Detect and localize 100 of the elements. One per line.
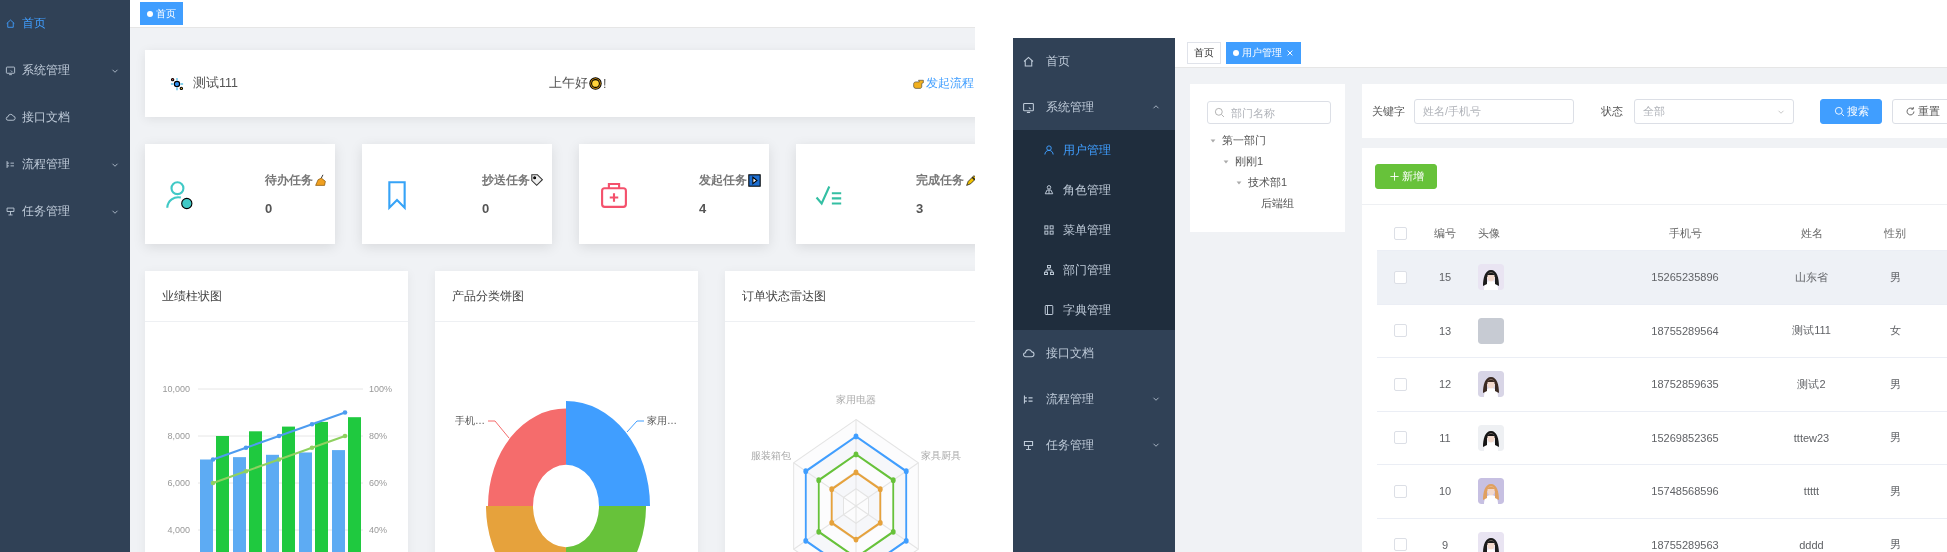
table-cell: 15265235896 [1651, 271, 1719, 284]
grid-icon [1043, 224, 1055, 236]
table-cell: 13 [1438, 324, 1452, 337]
tree-node[interactable]: 第一部门 [1207, 130, 1331, 151]
tree-icon [1043, 264, 1055, 276]
table-cell: 15269852365 [1651, 431, 1719, 444]
checkbox[interactable] [1393, 484, 1407, 498]
menu-item[interactable]: 接口文档 [0, 94, 130, 141]
checkbox[interactable] [1393, 431, 1407, 445]
table-row[interactable]: 9 18755289563 dddd 男 [1377, 518, 1947, 552]
table-cell: 15 [1438, 271, 1452, 284]
table-row[interactable]: 15 15265235896 山东省 男 [1377, 251, 1947, 305]
chart-label: 家用… [647, 415, 677, 426]
search-field[interactable]: 部门名称 [1207, 101, 1331, 124]
pen-icon [965, 174, 975, 187]
checkbox[interactable] [1393, 324, 1407, 338]
reset-button[interactable]: 重置 [1892, 98, 1947, 124]
menu-item[interactable]: 流程管理 [1013, 376, 1175, 422]
leader-line [626, 420, 645, 433]
table-cell: ttttt [1803, 485, 1820, 498]
home-icon [1022, 54, 1035, 68]
table-row[interactable]: 13 18755289564 测试111 女 [1377, 304, 1947, 358]
table-cell: 18755289564 [1651, 324, 1719, 337]
dot-icon [147, 10, 153, 17]
checkbox[interactable] [1393, 226, 1407, 240]
stat-value: 4 [699, 201, 708, 216]
menu-item[interactable]: 用户管理 [1013, 130, 1175, 170]
axis-label: 6,000 [167, 478, 190, 488]
table-cell: 男 [1889, 537, 1901, 552]
tree-node[interactable]: 后端组 [1246, 193, 1331, 214]
menu-item[interactable]: 系统管理 [1013, 84, 1175, 130]
table-cell: 9 [1441, 538, 1449, 551]
stat-label: 完成任务 [916, 172, 964, 189]
menu-item[interactable]: 首页 [0, 0, 130, 47]
monitor-icon [5, 65, 16, 76]
menu-item[interactable]: 菜单管理 [1013, 210, 1175, 250]
table-cell: 15748568596 [1651, 485, 1719, 498]
tree-node[interactable]: 技术部1 [1233, 172, 1331, 193]
keyword-field[interactable]: 姓名/手机号 [1414, 98, 1574, 124]
greeting-text: 上午好 [549, 75, 588, 92]
table-cell: 18755289563 [1651, 538, 1719, 551]
tag-icon [531, 174, 544, 187]
table-cell: tttew23 [1793, 431, 1830, 444]
menu-item[interactable]: 首页 [1013, 38, 1175, 84]
menu-item[interactable]: 接口文档 [1013, 330, 1175, 376]
menu-item[interactable]: 部门管理 [1013, 250, 1175, 290]
plus-icon [1388, 170, 1400, 182]
menu-item[interactable]: 任务管理 [1013, 422, 1175, 468]
table-cell: 山东省 [1795, 269, 1828, 285]
chart-title: 订单状态雷达图 [742, 287, 826, 305]
axis-label: 10,000 [162, 384, 190, 394]
tab[interactable]: 首页 [1187, 41, 1221, 64]
checkbox[interactable] [1393, 270, 1407, 284]
menu-item[interactable]: 系统管理 [0, 47, 130, 94]
avatar-placeholder [1478, 317, 1504, 344]
menu-item[interactable]: 字典管理 [1013, 290, 1175, 330]
people-icon [1043, 184, 1055, 196]
table-cell: 10 [1438, 485, 1452, 498]
axis-label: 100% [369, 384, 393, 394]
chart-title: 产品分类饼图 [452, 287, 524, 305]
status-select[interactable]: 全部 [1634, 98, 1794, 124]
cloud-icon [1022, 346, 1035, 360]
axis-label: 8,000 [167, 431, 190, 441]
search-icon [1214, 107, 1225, 118]
column-header: 手机号 [1668, 225, 1702, 241]
menu-item[interactable]: 任务管理 [0, 188, 130, 235]
table-cell: 男 [1889, 483, 1901, 499]
play-icon [748, 174, 761, 187]
home-icon [5, 18, 16, 29]
sparkle-icon [170, 76, 184, 91]
chart-title: 业绩柱状图 [162, 287, 222, 305]
stat-value: 0 [482, 201, 491, 216]
menu-item[interactable]: 角色管理 [1013, 170, 1175, 210]
field-label: 关键字 [1372, 103, 1405, 119]
table-cell: 男 [1889, 430, 1901, 446]
table-row[interactable]: 10 15748568596 ttttt 男 [1377, 465, 1947, 519]
table-cell: 测试111 [1792, 323, 1831, 339]
checkbox[interactable] [1393, 377, 1407, 391]
stat-value: 0 [265, 201, 274, 216]
tree-node[interactable]: 刚刚1 [1220, 151, 1331, 172]
axis-label: 家具厨具 [921, 450, 961, 461]
axis-label: 80% [369, 431, 387, 441]
user-name: 测试111 [193, 75, 238, 92]
axis-label: 40% [369, 525, 387, 535]
table-cell: 12 [1438, 378, 1452, 391]
field-label: 状态 [1601, 103, 1623, 119]
greeting-text: ! [603, 76, 607, 91]
column-header: 性别 [1884, 225, 1906, 241]
table-row[interactable]: 11 15269852365 tttew23 男 [1377, 411, 1947, 465]
table-cell: 11 [1439, 431, 1451, 444]
refresh-icon [1904, 105, 1916, 117]
menu-item[interactable]: 流程管理 [0, 141, 130, 188]
table-cell: 测试2 [1797, 376, 1826, 392]
user-icon [1043, 144, 1055, 156]
stat-label: 待办任务 [265, 172, 313, 189]
table-row[interactable]: 12 18752859635 测试2 男 [1377, 358, 1947, 412]
table-cell: 男 [1889, 376, 1901, 392]
checkbox[interactable] [1393, 538, 1407, 552]
list-icon [5, 159, 16, 170]
leader-line [487, 420, 510, 439]
